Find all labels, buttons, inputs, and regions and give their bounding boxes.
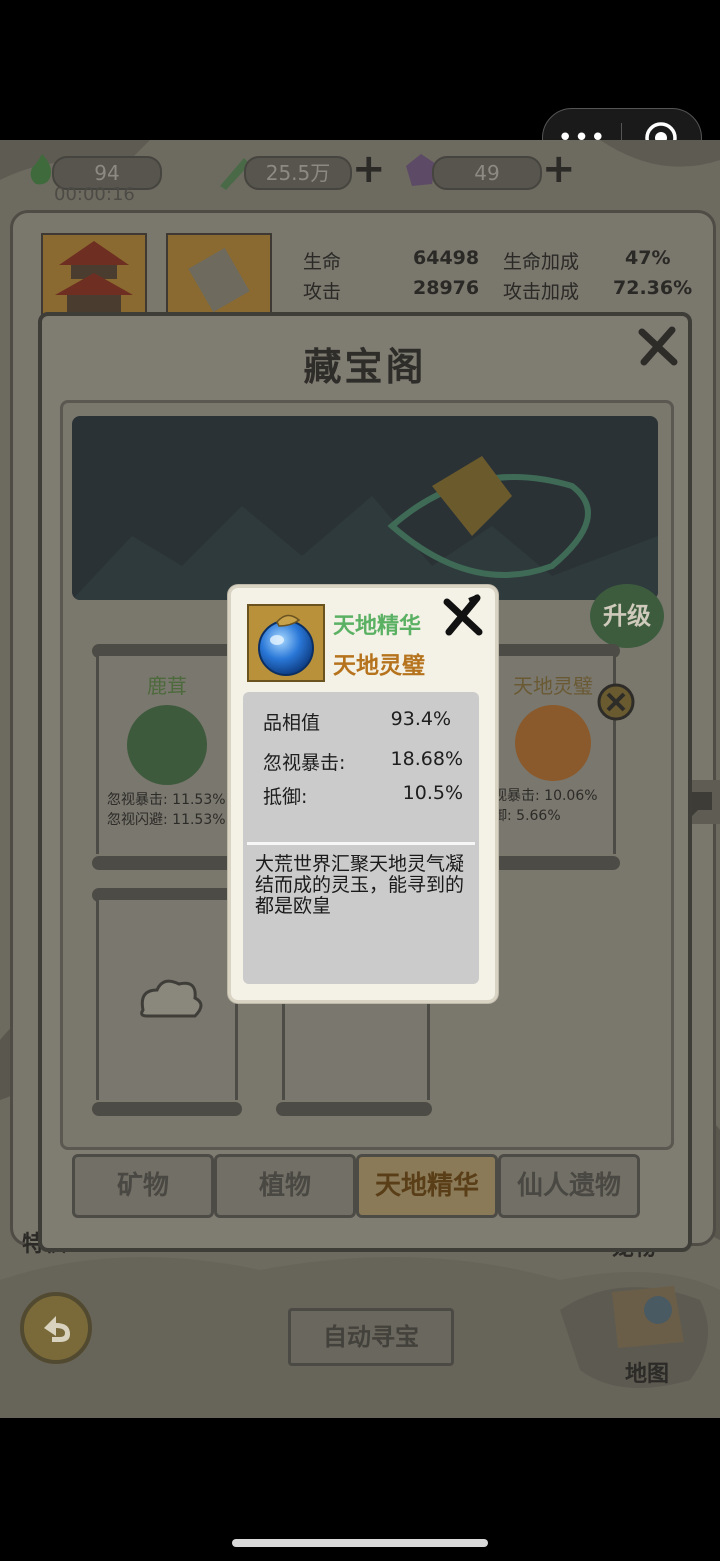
stat-row-resist: 抵御: 10.5%: [263, 782, 463, 809]
tab-minerals[interactable]: 矿物: [72, 1154, 214, 1218]
currency-value: 25.5万: [265, 161, 331, 185]
return-icon: [44, 1316, 70, 1342]
stat-value: 93.4%: [390, 708, 451, 730]
jade-orb-icon: [515, 705, 591, 781]
add-currency-button[interactable]: +: [352, 149, 386, 189]
hp-bonus-value: 47%: [625, 247, 671, 269]
back-button[interactable]: [20, 1292, 92, 1364]
pagoda-portrait[interactable]: [41, 233, 147, 321]
tab-immortal-relics[interactable]: 仙人遗物: [498, 1154, 640, 1218]
remove-slot-icon[interactable]: [596, 682, 636, 722]
scroll-icon: [188, 247, 250, 313]
slot-name: 鹿茸: [147, 674, 187, 698]
item-category: 天地精华: [333, 614, 422, 639]
pagoda-icon: [55, 241, 133, 317]
tab-heaven-earth-essence[interactable]: 天地精华: [356, 1154, 498, 1218]
stat-value: 18.68%: [390, 748, 463, 770]
scroll-bottom-rod: [92, 856, 242, 870]
map-button[interactable]: 地图: [604, 1282, 690, 1387]
slot-stat-2: 忽视闪避: 11.53%: [107, 812, 226, 828]
hp-value: 64498: [413, 247, 480, 269]
stat-value: 10.5%: [402, 782, 463, 804]
jade-orb-icon: [258, 614, 314, 676]
lock-cloud-icon: [140, 979, 203, 1018]
hp-bonus-label: 生命加成: [503, 251, 580, 273]
atk-value: 28976: [413, 277, 480, 299]
stamina-value: 94: [94, 161, 120, 185]
atk-bonus-label: 攻击加成: [503, 281, 580, 303]
empty-slot-1[interactable]: [96, 900, 238, 1100]
slot-stat-1: 视暴击: 10.06%: [493, 788, 598, 804]
stat-label: 抵御:: [263, 786, 308, 808]
mountain-artwork: [72, 456, 658, 600]
stat-label: 忽视暴击:: [263, 752, 346, 774]
hp-label: 生命: [303, 251, 342, 273]
stat-row-ignore-crit: 忽视暴击: 18.68%: [263, 748, 463, 775]
slot-name: 天地灵璧: [513, 674, 593, 698]
gem-counter: 49: [432, 156, 542, 190]
slot-stat-2: 御: 5.66%: [493, 808, 561, 824]
add-gems-button[interactable]: +: [542, 149, 576, 189]
slot-stat-1: 忽视暴击: 11.53%: [107, 792, 226, 808]
tab-plants[interactable]: 植物: [214, 1154, 356, 1218]
banner-image: [72, 416, 658, 600]
item-detail-popup: 天地精华 天地灵璧 品相值 93.4% 忽视暴击: 18.68% 抵御: 10.5% …: [228, 585, 498, 1003]
item-icon-frame: [247, 604, 325, 682]
treasure-slot-1[interactable]: 鹿茸 忽视暴击: 11.53% 忽视闪避: 11.53%: [96, 656, 238, 854]
home-indicator[interactable]: [232, 1539, 488, 1547]
gem-value: 49: [474, 161, 500, 185]
close-icon[interactable]: [439, 592, 487, 640]
map-label: 地图: [624, 1362, 669, 1387]
currency-counter: 25.5万: [244, 156, 352, 190]
modal-title: 藏宝阁: [303, 345, 427, 389]
upgrade-button[interactable]: 升级: [590, 584, 664, 648]
item-description: 大荒世界汇聚天地灵气凝结而成的灵玉，能寻到的都是欧皇: [255, 853, 465, 917]
map-icon: [612, 1286, 684, 1348]
scroll-bottom-rod: [276, 1102, 432, 1116]
stat-row-quality: 品相值 93.4%: [263, 708, 463, 735]
atk-label: 攻击: [303, 281, 342, 303]
scroll-portrait[interactable]: [166, 233, 272, 321]
item-name: 天地灵璧: [333, 653, 425, 679]
atk-bonus-value: 72.36%: [613, 277, 693, 299]
scroll-bottom-rod: [92, 1102, 242, 1116]
auto-search-button[interactable]: 自动寻宝: [288, 1308, 454, 1366]
item-stats-box: 品相值 93.4% 忽视暴击: 18.68% 抵御: 10.5% 大荒世界汇聚天地灵气…: [243, 692, 479, 984]
stat-label: 品相值: [263, 712, 321, 734]
stats-divider: [247, 842, 475, 845]
modal-close-icon[interactable]: [636, 324, 680, 368]
antler-icon: [127, 705, 207, 785]
stamina-timer: 00:00:16: [54, 184, 135, 205]
